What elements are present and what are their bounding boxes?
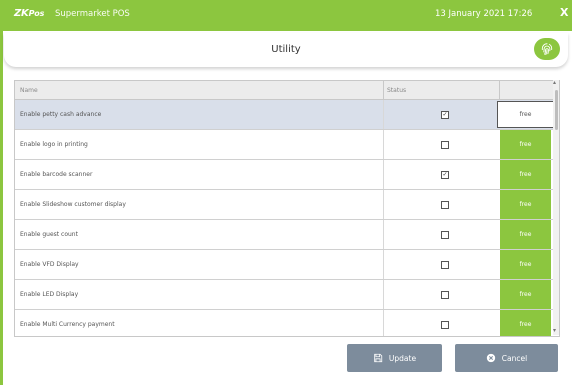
free-button[interactable]: free: [500, 130, 551, 159]
table-row[interactable]: Enable petty cash advance ✓ free: [15, 100, 559, 130]
free-button[interactable]: free: [500, 310, 551, 336]
row-name: Enable barcode scanner: [20, 171, 93, 178]
scroll-up-icon[interactable]: ▴: [553, 79, 556, 86]
header-divider: [383, 81, 384, 99]
save-icon: [373, 353, 383, 363]
free-button[interactable]: free: [500, 160, 551, 189]
column-header-name: Name: [20, 87, 38, 94]
close-button[interactable]: X: [560, 6, 568, 19]
column-header-status: Status: [387, 87, 407, 94]
free-button[interactable]: free: [497, 101, 554, 128]
table-row[interactable]: Enable VFD Display free: [15, 250, 559, 280]
fingerprint-icon: [541, 43, 553, 56]
row-name: Enable petty cash advance: [20, 111, 102, 118]
status-checkbox[interactable]: [441, 291, 449, 299]
fingerprint-button[interactable]: [534, 38, 560, 60]
table-row[interactable]: Enable Slideshow customer display free: [15, 190, 559, 220]
utility-table: Name Status Enable petty cash advance ✓ …: [14, 80, 560, 337]
table-row[interactable]: Enable logo in printing free: [15, 130, 559, 160]
status-checkbox[interactable]: ✓: [441, 171, 449, 179]
scrollbar-thumb[interactable]: [555, 90, 558, 130]
cell-divider: [383, 100, 384, 129]
table-row[interactable]: Enable guest count free: [15, 220, 559, 250]
zkpos-logo: ZKPos: [14, 8, 45, 19]
row-name: Enable guest count: [20, 231, 78, 238]
scroll-down-icon[interactable]: ▾: [553, 327, 556, 334]
row-name: Enable logo in printing: [20, 141, 88, 148]
free-button[interactable]: free: [500, 220, 551, 249]
row-name: Enable LED Display: [20, 291, 79, 298]
status-checkbox[interactable]: [441, 261, 449, 269]
status-checkbox[interactable]: [441, 321, 449, 329]
status-checkbox[interactable]: [441, 231, 449, 239]
row-name: Enable Slideshow customer display: [20, 201, 126, 208]
cell-divider: [383, 280, 384, 309]
cancel-label: Cancel: [501, 353, 528, 363]
header-divider: [499, 81, 500, 99]
row-name: Enable Multi Currency payment: [20, 321, 115, 328]
table-row[interactable]: Enable barcode scanner ✓ free: [15, 160, 559, 190]
status-checkbox[interactable]: ✓: [441, 111, 449, 119]
left-accent-bar: [0, 31, 3, 385]
cell-divider: [383, 220, 384, 249]
table-header: Name Status: [15, 81, 559, 100]
cell-divider: [383, 310, 384, 336]
cell-divider: [383, 160, 384, 189]
cell-divider: [383, 130, 384, 159]
title-bar: ZKPos Supermarket POS 13 January 2021 17…: [0, 0, 572, 31]
update-button[interactable]: Update: [347, 344, 442, 372]
update-label: Update: [388, 353, 417, 363]
cancel-button[interactable]: Cancel: [455, 344, 558, 372]
status-checkbox[interactable]: [441, 141, 449, 149]
cell-divider: [383, 190, 384, 219]
free-button[interactable]: free: [500, 190, 551, 219]
table-row[interactable]: Enable Multi Currency payment free: [15, 310, 559, 336]
app-name: Supermarket POS: [55, 9, 130, 19]
free-button[interactable]: free: [500, 250, 551, 279]
status-checkbox[interactable]: [441, 201, 449, 209]
datetime: 13 January 2021 17:26: [435, 9, 533, 19]
cancel-icon: [486, 353, 496, 363]
free-button[interactable]: free: [500, 280, 551, 309]
page-header: Utility: [4, 33, 568, 67]
table-row[interactable]: Enable LED Display free: [15, 280, 559, 310]
cell-divider: [383, 250, 384, 279]
page-title: Utility: [271, 44, 301, 55]
row-name: Enable VFD Display: [20, 261, 79, 268]
